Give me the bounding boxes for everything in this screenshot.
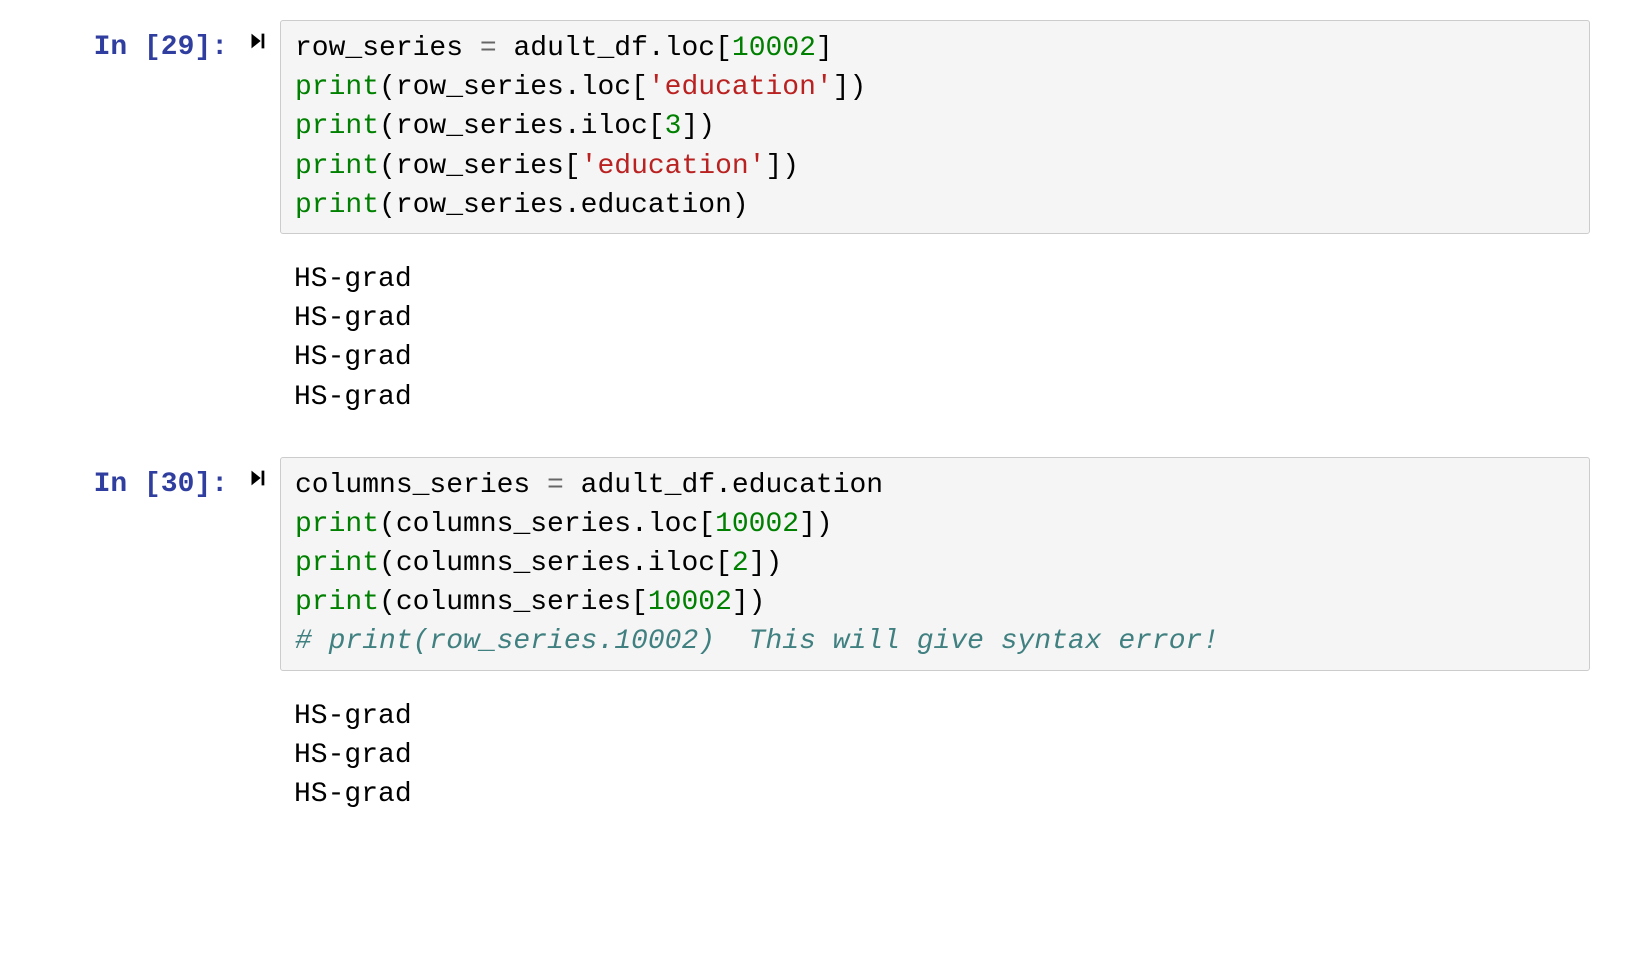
code-token: print <box>295 509 379 540</box>
code-token: 'education' <box>581 151 766 182</box>
code-token: ]) <box>681 111 715 142</box>
cell-body: columns_series = adult_df.education prin… <box>280 457 1590 671</box>
output-text: HS-grad HS-grad HS-grad <box>280 691 1590 815</box>
code-token: (columns_series[ <box>379 587 648 618</box>
code-token: 'education' <box>648 72 833 103</box>
code-token: 10002 <box>715 509 799 540</box>
code-token: ]) <box>799 509 833 540</box>
code-token: 3 <box>665 111 682 142</box>
code-token: (columns_series.iloc[ <box>379 548 732 579</box>
prompt-area: In [29]: <box>60 20 280 67</box>
code-token: (row_series.iloc[ <box>379 111 665 142</box>
code-token: = <box>480 33 497 64</box>
code-token: print <box>295 548 379 579</box>
code-token: row_series <box>295 33 480 64</box>
notebook-container: In [29]:row_series = adult_df.loc[10002]… <box>60 20 1590 814</box>
code-token: ]) <box>749 548 783 579</box>
code-token: adult_df.education <box>564 470 883 501</box>
code-token: columns_series <box>295 470 547 501</box>
output-area: HS-grad HS-grad HS-grad HS-grad <box>60 254 1590 417</box>
code-token: (row_series.loc[ <box>379 72 648 103</box>
code-token: (row_series[ <box>379 151 581 182</box>
code-cell: In [30]: columns_series = adult_df.educat… <box>60 457 1590 671</box>
prompt-area: In [30]: <box>60 457 280 504</box>
run-cell-button[interactable] <box>246 30 268 52</box>
run-cell-button[interactable] <box>246 467 268 489</box>
code-token: ]) <box>732 587 766 618</box>
prompt-label: In [29]: <box>94 28 228 67</box>
prompt-label: In [30]: <box>94 465 228 504</box>
code-token: ]) <box>766 151 800 182</box>
code-token: print <box>295 111 379 142</box>
output-area: HS-grad HS-grad HS-grad <box>60 691 1590 815</box>
code-token: print <box>295 151 379 182</box>
code-token: 10002 <box>732 33 816 64</box>
output-text: HS-grad HS-grad HS-grad HS-grad <box>280 254 1590 417</box>
code-input[interactable]: row_series = adult_df.loc[10002] print(r… <box>280 20 1590 234</box>
cell-body: row_series = adult_df.loc[10002] print(r… <box>280 20 1590 234</box>
code-token: # print(row_series.10002) This will give… <box>295 626 1219 657</box>
code-token: 2 <box>732 548 749 579</box>
code-token: ] <box>816 33 833 64</box>
code-input[interactable]: columns_series = adult_df.education prin… <box>280 457 1590 671</box>
code-token: adult_df.loc[ <box>497 33 732 64</box>
code-token: print <box>295 190 379 221</box>
code-token: (columns_series.loc[ <box>379 509 715 540</box>
code-token: (row_series.education) <box>379 190 749 221</box>
code-cell: In [29]: row_series = adult_df.loc[10002]… <box>60 20 1590 234</box>
code-token: print <box>295 587 379 618</box>
code-token: = <box>547 470 564 501</box>
code-token: print <box>295 72 379 103</box>
code-token: 10002 <box>648 587 732 618</box>
code-token: ]) <box>833 72 867 103</box>
